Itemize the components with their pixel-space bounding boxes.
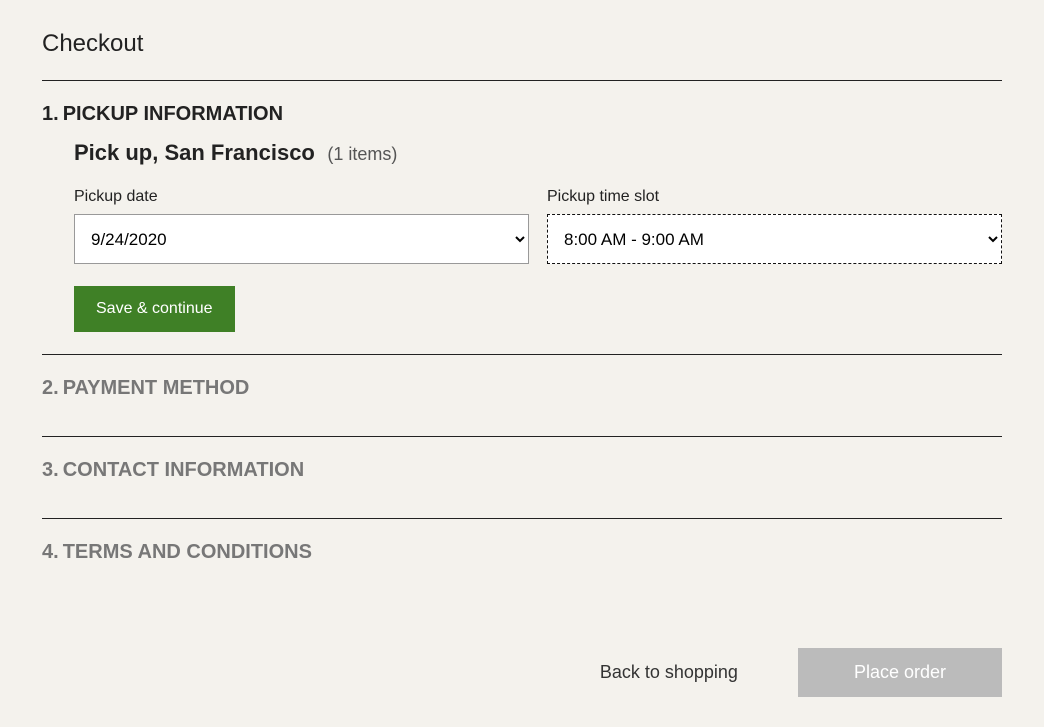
step-title-2: PAYMENT METHOD	[63, 377, 250, 399]
pickup-line: Pick up, San Francisco (1 items)	[74, 140, 1002, 166]
step-title-4: TERMS AND CONDITIONS	[63, 541, 312, 563]
pickup-date-group: Pickup date 9/24/2020	[74, 188, 529, 264]
back-to-shopping-link[interactable]: Back to shopping	[600, 662, 738, 683]
section-payment: 2.PAYMENT METHOD	[42, 355, 1002, 436]
pickup-form-row: Pickup date 9/24/2020 Pickup time slot 8…	[74, 188, 1002, 264]
step-number-1: 1.	[42, 103, 59, 125]
section-pickup-body: Pick up, San Francisco (1 items) Pickup …	[42, 140, 1002, 332]
pickup-time-label: Pickup time slot	[547, 188, 1002, 206]
pickup-time-group: Pickup time slot 8:00 AM - 9:00 AM	[547, 188, 1002, 264]
section-contact-header: 3.CONTACT INFORMATION	[42, 459, 1002, 482]
section-pickup-header: 1.PICKUP INFORMATION	[42, 103, 1002, 126]
pickup-date-label: Pickup date	[74, 188, 529, 206]
pickup-items-count: (1 items)	[327, 144, 397, 164]
pickup-actions: Save & continue	[74, 286, 1002, 332]
page-title: Checkout	[42, 30, 1002, 58]
section-payment-header: 2.PAYMENT METHOD	[42, 377, 1002, 400]
step-number-2: 2.	[42, 377, 59, 399]
section-pickup: 1.PICKUP INFORMATION Pick up, San Franci…	[42, 81, 1002, 355]
footer-actions: Back to shopping Place order	[42, 600, 1002, 697]
pickup-time-select[interactable]: 8:00 AM - 9:00 AM	[547, 214, 1002, 264]
pickup-date-select[interactable]: 9/24/2020	[74, 214, 529, 264]
pickup-location: Pick up, San Francisco	[74, 140, 315, 165]
step-title-1: PICKUP INFORMATION	[63, 103, 283, 125]
save-continue-button[interactable]: Save & continue	[74, 286, 235, 332]
step-number-4: 4.	[42, 541, 59, 563]
section-terms: 4.TERMS AND CONDITIONS	[42, 519, 1002, 600]
checkout-container: Checkout 1.PICKUP INFORMATION Pick up, S…	[42, 30, 1002, 697]
place-order-button[interactable]: Place order	[798, 648, 1002, 697]
step-number-3: 3.	[42, 459, 59, 481]
step-title-3: CONTACT INFORMATION	[63, 459, 304, 481]
section-contact: 3.CONTACT INFORMATION	[42, 437, 1002, 518]
section-terms-header: 4.TERMS AND CONDITIONS	[42, 541, 1002, 564]
